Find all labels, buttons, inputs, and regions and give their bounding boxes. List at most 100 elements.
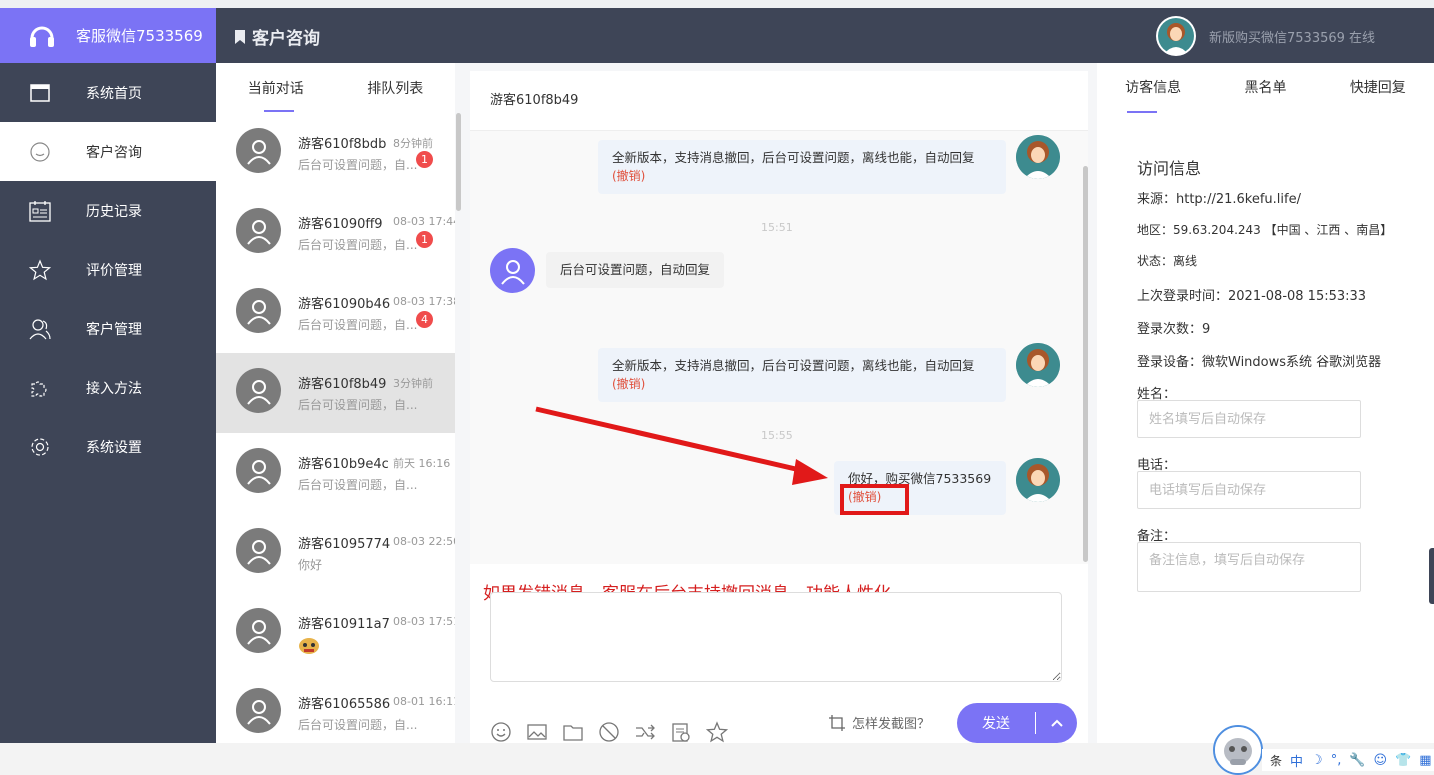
sidebar-item-access[interactable]: 接入方法 (0, 358, 216, 417)
revoke-link[interactable]: (撤销) (612, 377, 645, 391)
ime-chinese-mode[interactable]: 中 (1290, 751, 1303, 770)
conversation-name: 游客61090b46 (298, 297, 391, 312)
tab-queue[interactable]: 排队列表 (336, 63, 456, 113)
app-window: 客服微信7533569 系统首页 客户咨询 历史记录 评价管理 客户管理 接入方… (0, 0, 1434, 775)
info-source: 来源：http://21.6kefu.life/ (1137, 192, 1301, 207)
conversation-preview: 后台可设置问题，自... (298, 238, 418, 252)
user-avatar-icon (236, 448, 281, 493)
headset-icon (30, 26, 54, 47)
conversation-scrollbar[interactable] (456, 113, 461, 211)
tab-current[interactable]: 当前对话 (216, 63, 336, 113)
user-avatar-icon (236, 208, 281, 253)
tab-underline (264, 110, 294, 112)
chat-panel: 游客610f8b49 全新版本，支持消息撤回，后台可设置问题，离线也能，自动回复… (470, 71, 1088, 743)
info-region: 地区：59.63.204.243 【中国 、江西 、南昌】 (1137, 223, 1393, 237)
side-drawer-handle[interactable] (1429, 548, 1434, 604)
agent-avatar (1016, 135, 1060, 179)
tab-quick-reply[interactable]: 快捷回复 (1322, 63, 1434, 113)
user-avatar-icon (236, 608, 281, 653)
sidebar-item-customers[interactable]: 客户管理 (0, 299, 216, 358)
image-icon[interactable] (526, 721, 548, 743)
conversation-name: 游客61090ff9 (298, 217, 383, 232)
ime-moon-icon[interactable]: ☽ (1311, 753, 1323, 768)
ime-smile-icon[interactable]: ☺ (1374, 753, 1388, 768)
conversation-item[interactable]: 游客61065586 08-01 16:11 后台可设置问题，自... (216, 673, 455, 743)
conversation-time: 8分钟前 (393, 137, 433, 150)
conversation-time: 3分钟前 (393, 377, 433, 390)
transfer-icon[interactable] (634, 721, 656, 743)
screenshot-help-link[interactable]: 怎样发截图？ (828, 713, 930, 732)
agent-avatar[interactable] (1156, 16, 1196, 56)
conversation-item-selected[interactable]: 游客610f8b49 3分钟前 后台可设置问题，自... (216, 353, 455, 433)
ime-wrench-icon[interactable]: 🔧 (1349, 753, 1365, 768)
send-label: 发送 (982, 716, 1010, 732)
conversation-time: 08-03 17:51 (393, 615, 455, 628)
ime-punct-icon[interactable]: °, (1331, 753, 1342, 768)
conversation-time: 08-01 16:11 (393, 695, 455, 708)
sidebar-item-consult[interactable]: 客户咨询 (0, 122, 216, 181)
brand[interactable]: 客服微信7533569 (0, 8, 216, 63)
message-input[interactable] (490, 592, 1062, 682)
unread-badge: 4 (416, 311, 433, 328)
chevron-up-icon[interactable] (1036, 718, 1077, 728)
sidebar-item-history[interactable]: 历史记录 (0, 181, 216, 240)
star-rate-icon[interactable] (706, 721, 728, 743)
tab-underline (1127, 111, 1157, 113)
page-title: 客户咨询 (234, 24, 320, 49)
sidebar-item-rating[interactable]: 评价管理 (0, 240, 216, 299)
sidebar-item-label: 系统首页 (86, 85, 142, 102)
conversation-preview: 后台可设置问题，自... (298, 158, 418, 172)
emoji-icon[interactable] (490, 721, 512, 743)
phone-input[interactable] (1137, 471, 1361, 509)
conversation-name: 游客610f8b49 (298, 377, 387, 392)
tab-blacklist[interactable]: 黑名单 (1209, 63, 1321, 113)
message-bubble-agent: 全新版本，支持消息撤回，后台可设置问题，离线也能，自动回复 (撤销) (598, 140, 1006, 194)
tab-visitor-info[interactable]: 访客信息 (1097, 63, 1209, 113)
conversation-item[interactable]: 游客61095774 08-03 22:50 你好 (216, 513, 455, 593)
puzzle-icon (28, 376, 52, 400)
conversation-preview: 你好 (298, 558, 323, 572)
conversation-preview: 后台可设置问题，自... (298, 318, 418, 332)
chat-title: 游客610f8b49 (470, 71, 1088, 131)
ime-grid-icon[interactable]: ▦ (1419, 753, 1431, 768)
user-avatar-icon (490, 248, 535, 293)
info-last-login: 上次登录时间：2021-08-08 15:53:33 (1137, 289, 1367, 304)
agent-status[interactable]: 新版购买微信7533569 在线 (1209, 27, 1375, 46)
sidebar-item-settings[interactable]: 系统设置 (0, 417, 216, 476)
block-icon[interactable] (598, 721, 620, 743)
timestamp: 15:51 (761, 221, 793, 234)
message-bubble-agent: 全新版本，支持消息撤回，后台可设置问题，离线也能，自动回复 (撤销) (598, 348, 1006, 402)
ime-toolbar[interactable]: 条 中 ☽ °, 🔧 ☺ 👕 ▦ ⌂ (1262, 749, 1434, 771)
revoke-link[interactable]: (撤销) (848, 490, 881, 504)
conversation-item[interactable]: 游客61090b46 08-03 17:38 后台可设置问题，自... 4 (216, 273, 455, 353)
ime-partial-char: 条 (1270, 753, 1283, 768)
conversation-item[interactable]: 游客610911a7 08-03 17:51 (216, 593, 455, 673)
top-header: 客户咨询 新版购买微信7533569 在线 (216, 8, 1434, 63)
send-button[interactable]: 发送 (957, 703, 1077, 743)
conversation-item[interactable]: 游客610f8bdb 8分钟前 后台可设置问题，自... 1 (216, 113, 455, 193)
conversation-preview: 后台可设置问题，自... (298, 398, 418, 412)
info-title: 访问信息 (1137, 159, 1202, 178)
conversation-item[interactable]: 游客610b9e4c 前天 16:16 后台可设置问题，自... (216, 433, 455, 513)
sidebar-item-home[interactable]: 系统首页 (0, 63, 216, 122)
unread-badge: 1 (416, 151, 433, 168)
sidebar-item-label: 历史记录 (86, 203, 142, 220)
name-input[interactable] (1137, 400, 1361, 438)
chat-bubble-icon (28, 140, 52, 164)
user-avatar-icon (236, 288, 281, 333)
conversation-item[interactable]: 游客61090ff9 08-03 17:44 后台可设置问题，自... 1 (216, 193, 455, 273)
history-note-icon[interactable] (670, 721, 692, 743)
conversation-name: 游客610b9e4c (298, 457, 389, 472)
revoke-link[interactable]: (撤销) (612, 169, 645, 183)
note-input[interactable] (1137, 542, 1361, 592)
chat-scrollbar[interactable] (1083, 166, 1088, 562)
user-avatar-icon (236, 528, 281, 573)
ime-skin-icon[interactable]: 👕 (1395, 753, 1411, 768)
timestamp: 15:55 (761, 429, 793, 442)
robot-assistant-icon[interactable] (1213, 725, 1263, 775)
user-avatar-icon (236, 688, 281, 733)
sidebar-item-label: 客户管理 (86, 321, 142, 338)
folder-icon[interactable] (562, 721, 584, 743)
message-text: 全新版本，支持消息撤回，后台可设置问题，离线也能，自动回复 (612, 150, 975, 165)
agent-avatar (1016, 458, 1060, 502)
